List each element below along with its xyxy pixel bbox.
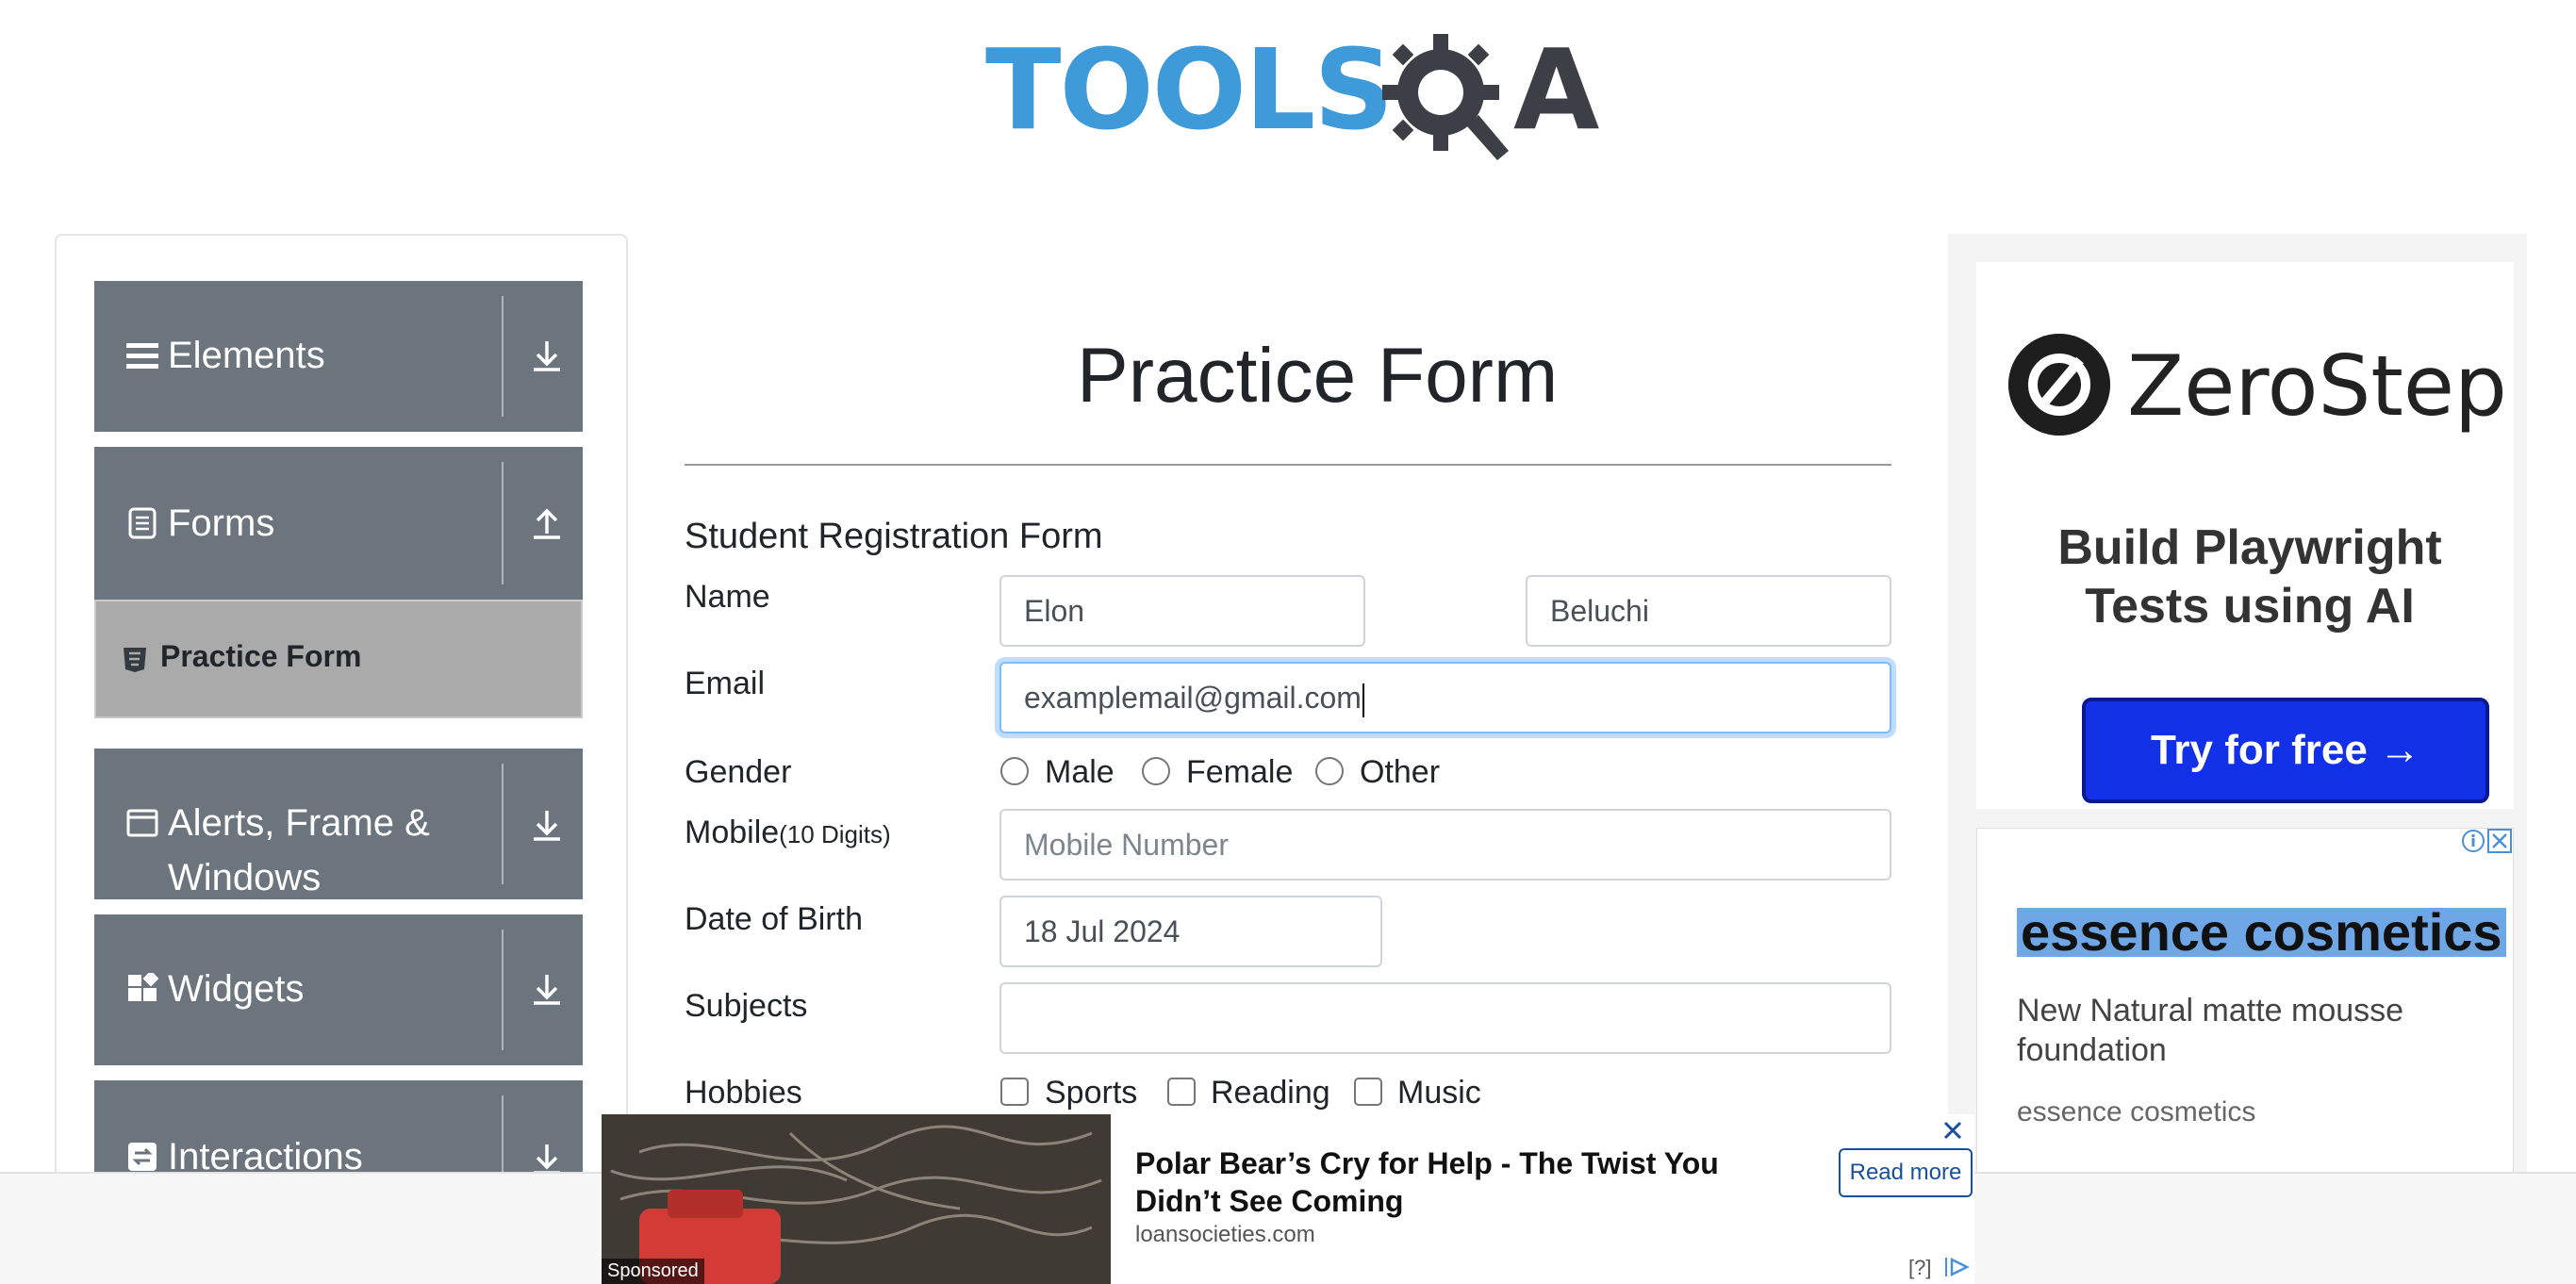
ad-image[interactable]: Sponsored — [602, 1114, 1111, 1284]
hobby-reading-checkbox[interactable] — [1167, 1078, 1196, 1106]
left-panel: Elements Forms Practice Form Alerts, Fra… — [55, 234, 628, 1284]
sponsored-badge: Sponsored — [602, 1259, 704, 1284]
subjects-input[interactable] — [999, 982, 1891, 1054]
divider — [502, 764, 504, 884]
adchoices-icon[interactable] — [1944, 1256, 1971, 1278]
gender-male-label[interactable]: Male — [1045, 754, 1115, 791]
hobby-reading-label[interactable]: Reading — [1211, 1075, 1330, 1111]
sidebar-group-label: Forms — [168, 502, 275, 544]
zerostep-logo-icon — [2008, 334, 2110, 436]
sidebar-group-label: Alerts, Frame & — [168, 802, 430, 844]
gender-label: Gender — [685, 754, 792, 790]
ad-domain: loansocieties.com — [1135, 1222, 1315, 1247]
mobile-placeholder: Mobile Number — [1024, 828, 1229, 862]
sidebar-group-alerts[interactable]: Alerts, Frame & Windows — [94, 749, 583, 899]
mobile-label-text: Mobile — [685, 815, 780, 850]
hobbies-label: Hobbies — [685, 1075, 802, 1111]
essence-description: New Natural matte mousse foundation — [2017, 993, 2404, 1068]
mobile-label: Mobile(10 Digits) — [685, 815, 891, 851]
divider — [502, 930, 504, 1050]
zerostep-headline: Build Playwright Tests using AI — [2057, 520, 2442, 634]
email-value: examplemail@gmail.com — [1024, 681, 1362, 715]
html5-icon — [124, 648, 146, 672]
hamburger-icon — [126, 343, 158, 369]
mobile-input[interactable]: Mobile Number — [999, 809, 1891, 881]
zerostep-brand: ZeroStep — [2127, 337, 2507, 435]
page-title: Practice Form — [1077, 333, 1559, 419]
gender-female-label[interactable]: Female — [1186, 754, 1293, 791]
mobile-label-hint: (10 Digits) — [779, 820, 891, 848]
upload-arrow-icon[interactable] — [528, 505, 566, 543]
hobby-music-label[interactable]: Music — [1397, 1075, 1481, 1111]
ad-headline[interactable]: Polar Bear’s Cry for Help - The Twist Yo… — [1135, 1144, 1758, 1220]
sidebar-group-label: Widgets — [168, 968, 305, 1010]
email-input[interactable]: examplemail@gmail.com — [999, 662, 1891, 733]
form-title: Student Registration Form — [685, 517, 1103, 556]
subjects-label: Subjects — [685, 988, 808, 1024]
first-name-input[interactable]: Elon — [999, 575, 1365, 647]
logo-text-a: A — [1513, 25, 1600, 155]
text-cursor — [1362, 683, 1364, 717]
hobby-music-checkbox[interactable] — [1354, 1078, 1382, 1106]
sidebar-group-label-line2: Windows — [168, 857, 322, 898]
ad-info-close-icon[interactable] — [2460, 829, 2513, 853]
download-arrow-icon[interactable] — [528, 807, 566, 845]
hobby-sports-checkbox[interactable] — [1000, 1078, 1029, 1106]
bottom-sponsored-ad[interactable]: Sponsored Polar Bear’s Cry for Help - Th… — [602, 1114, 1974, 1284]
gender-other-radio[interactable] — [1315, 757, 1344, 785]
sidebar-group-widgets[interactable]: Widgets — [94, 914, 583, 1065]
read-more-button[interactable]: Read more — [1839, 1148, 1973, 1197]
email-label: Email — [685, 666, 766, 701]
widgets-icon — [128, 973, 158, 1001]
document-icon — [128, 507, 157, 539]
toolsqa-logo[interactable]: TOOLS A — [985, 25, 1600, 170]
name-label: Name — [685, 579, 770, 615]
interactions-icon — [128, 1143, 157, 1171]
divider — [685, 464, 1891, 466]
sidebar-item-label: Practice Form — [160, 639, 362, 673]
essence-source: essence cosmetics — [2017, 1096, 2256, 1128]
zerostep-ad[interactable]: ZeroStep Build Playwright Tests using AI… — [1976, 262, 2514, 809]
close-icon[interactable] — [1939, 1116, 1967, 1144]
dob-input[interactable]: 18 Jul 2024 — [999, 896, 1382, 967]
download-arrow-icon[interactable] — [528, 337, 566, 375]
gender-other-label[interactable]: Other — [1360, 754, 1440, 791]
sidebar-item-practice-form[interactable]: Practice Form — [94, 600, 583, 718]
download-arrow-icon[interactable] — [528, 971, 566, 1009]
gender-female-radio[interactable] — [1142, 757, 1170, 785]
logo-text-tools: TOOLS — [985, 25, 1394, 155]
dob-label: Date of Birth — [685, 901, 863, 937]
gender-male-radio[interactable] — [1000, 757, 1029, 785]
window-icon — [126, 809, 158, 837]
sidebar-group-forms[interactable]: Forms — [94, 447, 583, 600]
sidebar-group-elements[interactable]: Elements — [94, 281, 583, 432]
gear-magnifier-icon — [1382, 34, 1509, 160]
sidebar-group-label: Elements — [168, 335, 325, 376]
hobby-sports-label[interactable]: Sports — [1045, 1075, 1137, 1111]
ad-help-link[interactable]: [?] — [1908, 1256, 1931, 1280]
essence-title[interactable]: essence cosmetics — [2017, 906, 2506, 959]
try-for-free-button[interactable]: Try for free → — [2082, 698, 2489, 803]
right-ad-column: ZeroStep Build Playwright Tests using AI… — [1948, 234, 2527, 1284]
divider — [502, 462, 504, 584]
last-name-input[interactable]: Beluchi — [1526, 575, 1891, 647]
divider — [502, 296, 504, 417]
